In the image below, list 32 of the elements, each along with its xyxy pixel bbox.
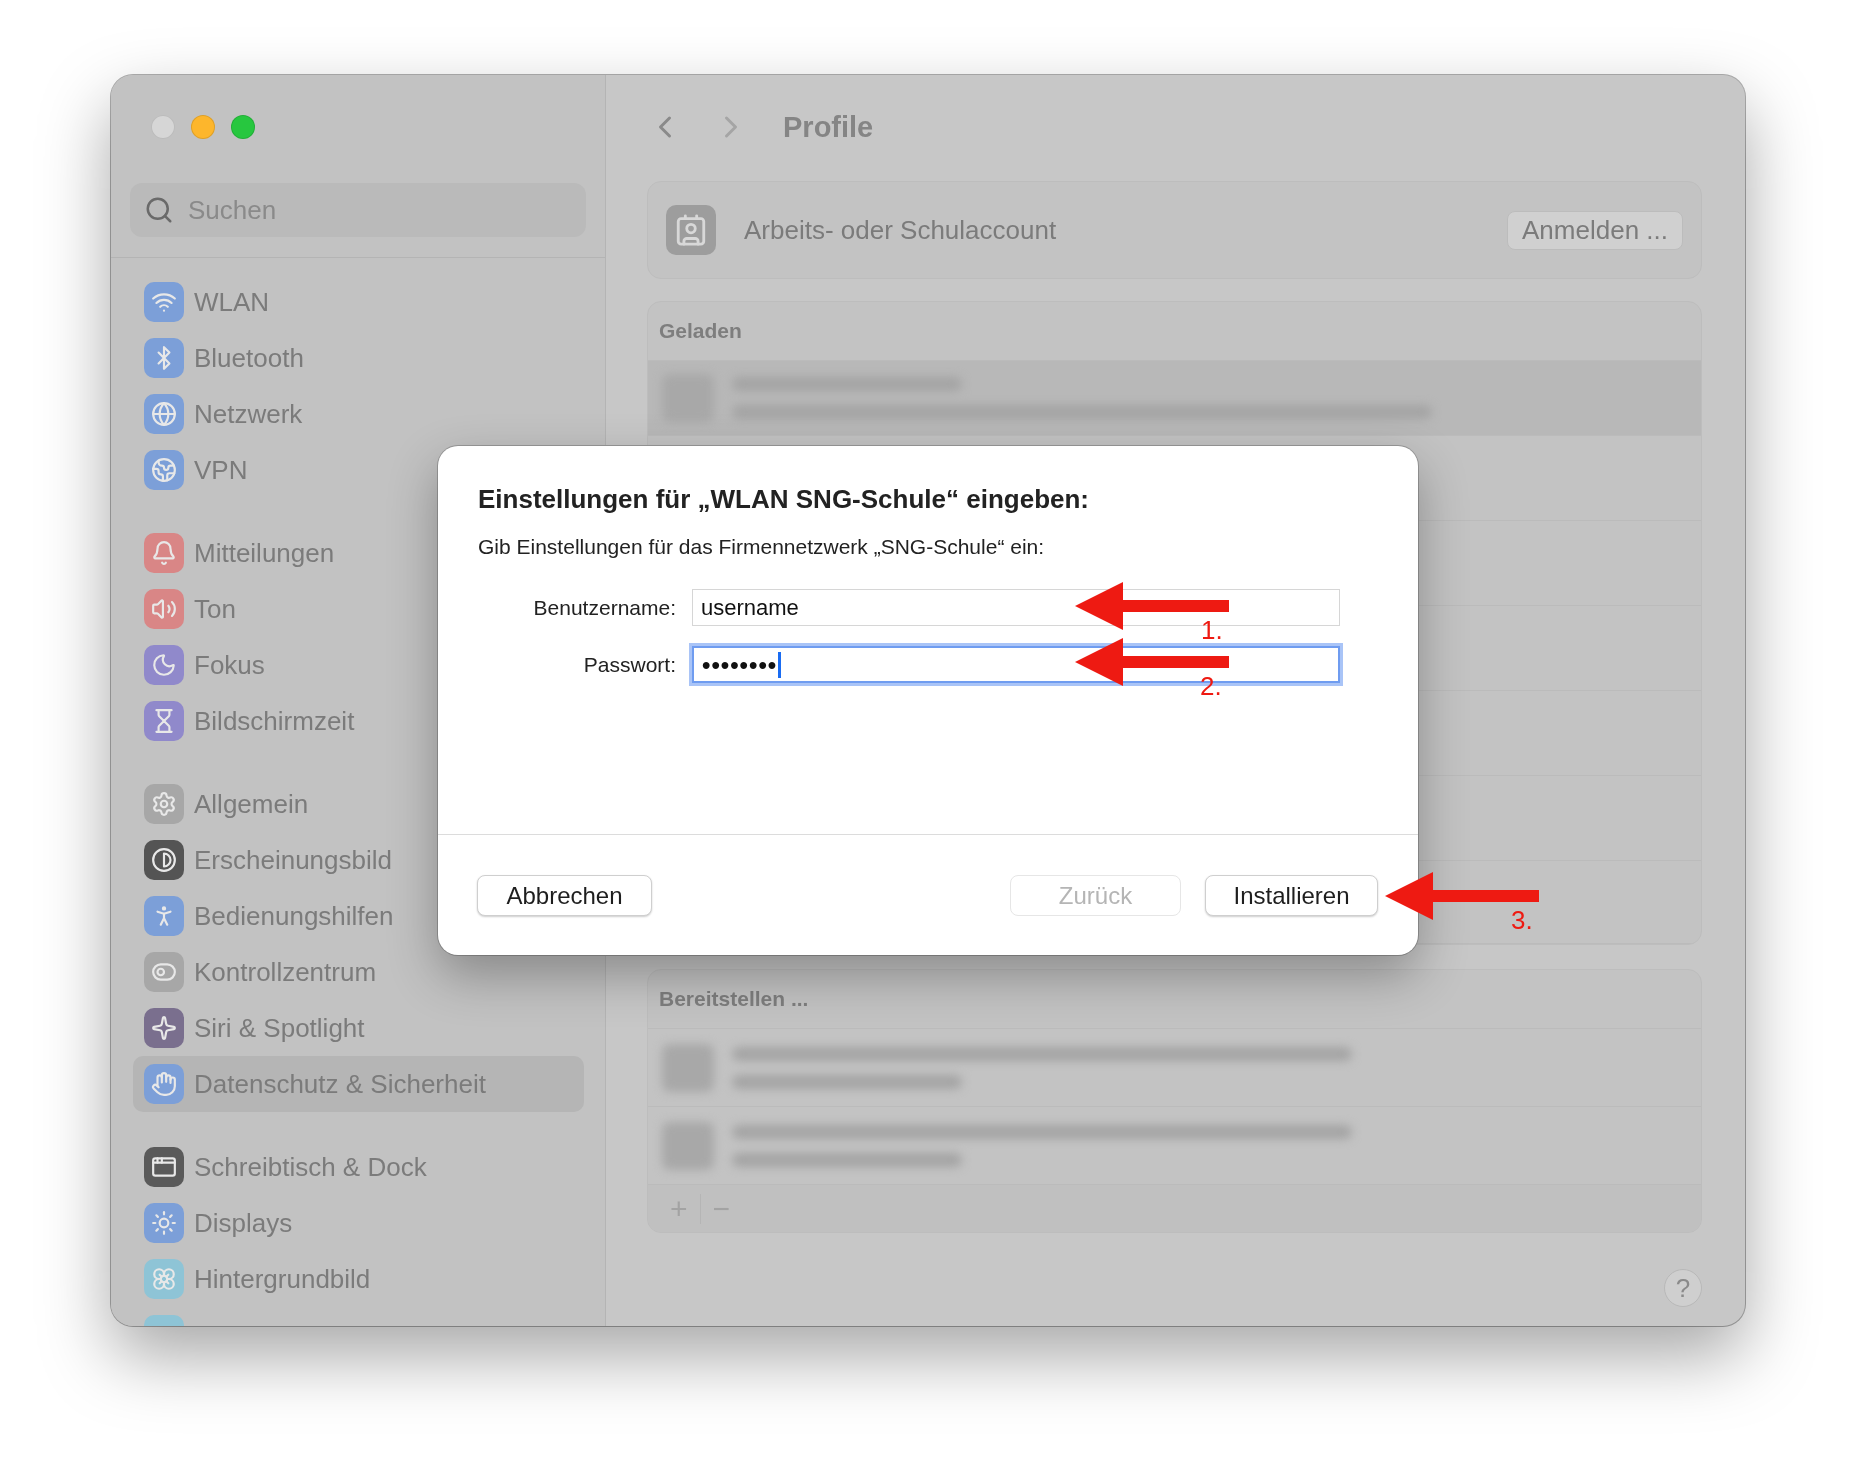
sign-in-button[interactable]: Anmelden ... bbox=[1507, 210, 1683, 250]
sidebar-item[interactable]: Allgemein bbox=[133, 776, 584, 832]
dialog-button[interactable]: Installieren bbox=[1205, 875, 1378, 916]
help-button[interactable]: ? bbox=[1664, 1269, 1702, 1307]
field-label: Passwort: bbox=[582, 652, 676, 677]
dialog-button[interactable]: Abbrechen bbox=[477, 875, 652, 916]
remove-button[interactable]: − bbox=[700, 1193, 743, 1224]
page-title: Profile bbox=[783, 110, 874, 144]
dialog-subtitle: Gib Einstellungen für das Firmennetzwerk „SNG-Schule“ ein: bbox=[477, 534, 1046, 559]
close-button[interactable] bbox=[151, 115, 175, 139]
sidebar-item[interactable]: Datenschutz & Sicherheit bbox=[133, 1056, 584, 1112]
sidebar-item[interactable]: Schreibtisch & Dock bbox=[133, 1139, 584, 1195]
sidebar-item[interactable]: Bildschirmzeit bbox=[133, 693, 584, 749]
sidebar-item[interactable]: Netzwerk bbox=[133, 386, 584, 442]
id-card-icon bbox=[666, 205, 716, 255]
dialog-title: Einstellungen für „WLAN SNG-Schule“ eingeben: bbox=[477, 483, 1091, 515]
add-button[interactable]: + bbox=[658, 1193, 701, 1224]
search-icon bbox=[144, 195, 174, 225]
step-number: 3. bbox=[1511, 905, 1533, 936]
sidebar-item[interactable]: Hintergrundbild bbox=[133, 1251, 584, 1307]
section-title: Bereitstellen ... bbox=[659, 987, 809, 1011]
sidebar-item[interactable]: WLAN bbox=[133, 274, 584, 330]
sidebar-item[interactable]: Siri & Spotlight bbox=[133, 1000, 584, 1056]
zoom-button[interactable] bbox=[231, 115, 255, 139]
account-label: Arbeits- oder Schulaccount bbox=[744, 214, 1058, 246]
sidebar-item[interactable]: Fokus bbox=[133, 637, 584, 693]
sidebar-item[interactable]: Bluetooth bbox=[133, 330, 584, 386]
section-title: Geladen bbox=[659, 319, 742, 343]
sidebar-item[interactable]: Displays bbox=[133, 1195, 584, 1251]
field-label: Benutzername: bbox=[532, 595, 676, 620]
minimize-button[interactable] bbox=[191, 115, 215, 139]
sidebar-item[interactable]: Kontrollzentrum bbox=[133, 944, 584, 1000]
